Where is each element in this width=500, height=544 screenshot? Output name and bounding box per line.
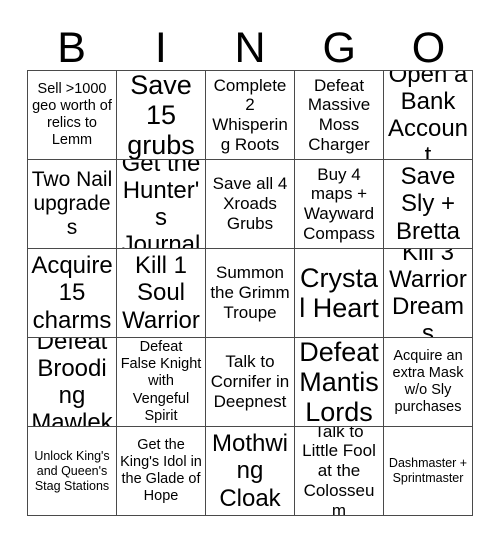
bingo-cell-text: Complete 2 Whispering Roots [212, 75, 288, 154]
bingo-cell[interactable]: Kill 3 Warrior Dreams [384, 249, 473, 338]
bingo-header-letter-o: O [411, 24, 446, 72]
bingo-cell[interactable]: Crystal Heart [295, 249, 384, 338]
bingo-cell-text: Kill 1 Soul Warrior [122, 252, 200, 334]
bingo-cell-text: Defeat Massive Moss Charger [307, 75, 371, 154]
bingo-cell[interactable]: Defeat Brooding Mawlek [28, 338, 117, 427]
bingo-cell[interactable]: Kill 1 Soul Warrior [117, 249, 206, 338]
bingo-cell[interactable]: Summon the Grimm Troupe [206, 249, 295, 338]
bingo-cell[interactable]: Open a Bank Account [384, 71, 473, 160]
bingo-grid: Sell >1000 geo worth of relics to Lemm S… [27, 70, 473, 516]
bingo-cell-text: Buy 4 maps + Wayward Compass [303, 164, 375, 243]
bingo-cell-text: Save Sly + Bretta [395, 163, 461, 245]
bingo-cell-text: Get the King's Idol in the Glade of Hope [120, 436, 202, 505]
bingo-cell-text: Dashmaster + Sprintmaster [388, 456, 468, 485]
bingo-header-letter-b: B [57, 24, 86, 72]
bingo-header-letter-g: G [322, 24, 356, 72]
bingo-cell-text: Defeat Mantis Lords [299, 338, 379, 427]
bingo-cell[interactable]: Sell >1000 geo worth of relics to Lemm [28, 71, 117, 160]
bingo-cell[interactable]: Unlock King's and Queen's Stag Stations [28, 427, 117, 516]
bingo-header-letter-i: I [154, 24, 167, 72]
bingo-cell-text: Save all 4 Xroads Grubs [212, 174, 288, 233]
bingo-cell[interactable]: Dashmaster + Sprintmaster [384, 427, 473, 516]
bingo-cell-text: Acquire 15 charms [31, 252, 113, 334]
bingo-cell[interactable]: Defeat Mantis Lords [295, 338, 384, 427]
bingo-cell-text: Kill 3 Warrior Dreams [389, 249, 467, 338]
bingo-cell[interactable]: Talk to Cornifer in Deepnest [206, 338, 295, 427]
bingo-cell[interactable]: Defeat False Knight with Vengeful Spirit [117, 338, 206, 427]
bingo-cell-text: Sell >1000 geo worth of relics to Lemm [32, 80, 112, 149]
bingo-cell-text: Save 15 grubs [127, 71, 195, 160]
bingo-cell[interactable]: Get the King's Idol in the Glade of Hope [117, 427, 206, 516]
bingo-cell-text: Defeat Brooding Mawlek [31, 338, 113, 427]
bingo-card: B I N G O Sell >1000 geo worth of relics… [0, 0, 500, 544]
bingo-cell[interactable]: Save all 4 Xroads Grubs [206, 160, 295, 249]
bingo-header-letter-n: N [234, 24, 266, 72]
bingo-cell-text: Mothwing Cloak [211, 430, 289, 512]
bingo-cell[interactable]: Save Sly + Bretta [384, 160, 473, 249]
bingo-cell[interactable]: Mothwing Cloak [206, 427, 295, 516]
bingo-cell-text: Talk to Little Fool at the Colosseum [302, 427, 376, 516]
bingo-cell[interactable]: Buy 4 maps + Wayward Compass [295, 160, 384, 249]
bingo-header: B I N G O [27, 16, 473, 70]
bingo-cell-text: Unlock King's and Queen's Stag Stations [34, 448, 110, 493]
bingo-cell[interactable]: Get the Hunter's Journal [117, 160, 206, 249]
bingo-cell-text: Acquire an extra Mask w/o Sly purchases [392, 347, 464, 416]
bingo-cell-text: Talk to Cornifer in Deepnest [210, 352, 290, 411]
bingo-cell[interactable]: Acquire an extra Mask w/o Sly purchases [384, 338, 473, 427]
bingo-cell-text: Get the Hunter's Journal [121, 160, 201, 249]
bingo-cell-text: Two Nail upgrades [31, 168, 113, 239]
bingo-cell[interactable]: Talk to Little Fool at the Colosseum [295, 427, 384, 516]
bingo-cell[interactable]: Complete 2 Whispering Roots [206, 71, 295, 160]
bingo-cell-text: Open a Bank Account [387, 71, 469, 160]
bingo-cell-text: Crystal Heart [299, 262, 379, 323]
bingo-cell[interactable]: Save 15 grubs [117, 71, 206, 160]
bingo-cell[interactable]: Acquire 15 charms [28, 249, 117, 338]
bingo-cell[interactable]: Two Nail upgrades [28, 160, 117, 249]
bingo-cell[interactable]: Defeat Massive Moss Charger [295, 71, 384, 160]
bingo-cell-text: Defeat False Knight with Vengeful Spirit [120, 339, 202, 424]
bingo-cell-text: Summon the Grimm Troupe [210, 263, 290, 322]
